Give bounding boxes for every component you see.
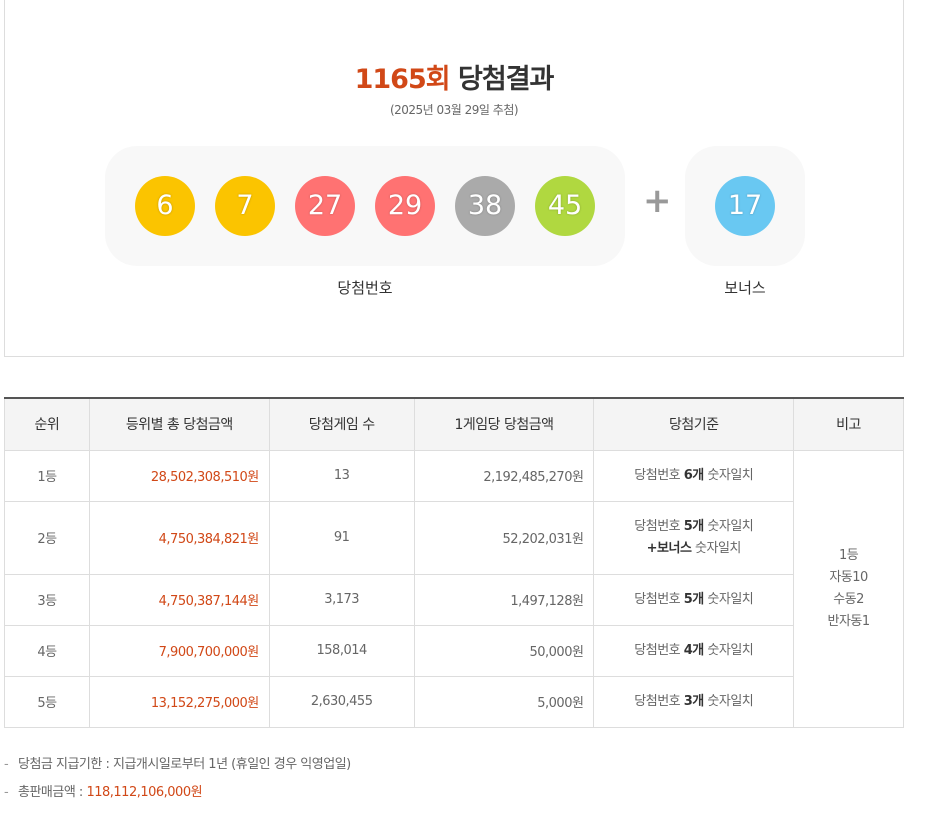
- winner-count-cell: 91: [268, 500, 415, 575]
- bonus-ball: 17: [715, 176, 775, 236]
- total-prize-cell: 13,152,275,000원: [88, 675, 270, 728]
- winning-ball: 38: [455, 176, 515, 236]
- rank-cell: 5등: [4, 675, 90, 728]
- winning-numbers-label: 당첨번호: [337, 279, 393, 297]
- column-header: 비고: [793, 397, 904, 451]
- bonus-number-panel: 17: [685, 146, 805, 266]
- title-suffix: 당첨결과: [458, 64, 554, 95]
- rank-cell: 1등: [4, 449, 90, 502]
- table-row: 1등 28,502,308,510원 13 2,192,485,270원 당첨번…: [4, 449, 904, 728]
- column-header: 순위: [4, 397, 90, 451]
- winning-numbers-panel: 6 7 27 29 38 45: [105, 146, 625, 266]
- draw-result-panel: 1165회 당첨결과 (2025년 03월 29일 추첨) 6 7 27 29 …: [4, 0, 904, 357]
- column-header: 당첨게임 수: [268, 397, 415, 451]
- column-header: 1게임당 당첨금액: [413, 397, 595, 451]
- winning-ball: 29: [375, 176, 435, 236]
- winning-ball: 7: [215, 176, 275, 236]
- per-game-prize-cell: 50,000원: [413, 624, 595, 677]
- match-count: 3개: [683, 693, 705, 709]
- winner-count-cell: 13: [268, 449, 415, 502]
- match-count: 4개: [683, 642, 705, 658]
- per-game-prize-cell: 2,192,485,270원: [413, 449, 595, 502]
- table-row: 5등 13,152,275,000원 2,630,455 5,000원 당첨번호…: [4, 675, 904, 728]
- total-prize-cell: 4,750,384,821원: [88, 500, 270, 575]
- round-number: 1165회: [354, 64, 451, 95]
- per-game-prize-cell: 1,497,128원: [413, 573, 595, 626]
- draw-date: (2025년 03월 29일 추첨): [389, 103, 519, 117]
- bonus-label: 보너스: [724, 279, 766, 297]
- rank-cell: 4등: [4, 624, 90, 677]
- total-prize-cell: 4,750,387,144원: [88, 573, 270, 626]
- column-header: 등위별 총 당첨금액: [88, 397, 270, 451]
- payout-deadline-note: - 당첨금 지급기한 : 지급개시일로부터 1년 (휴일인 경우 익영업일): [4, 757, 351, 772]
- plus-icon: +: [643, 181, 672, 221]
- winning-ball: 27: [295, 176, 355, 236]
- criteria-cell: 당첨번호 4개 숫자일치: [593, 624, 795, 677]
- winner-count-cell: 3,173: [268, 573, 415, 626]
- winner-count-cell: 2,630,455: [268, 675, 415, 728]
- criteria-cell: 당첨번호 6개 숫자일치: [593, 449, 795, 502]
- match-count: 5개: [683, 518, 705, 534]
- total-prize-cell: 28,502,308,510원: [88, 449, 270, 502]
- rank-cell: 2등: [4, 500, 90, 575]
- per-game-prize-cell: 5,000원: [413, 675, 595, 728]
- winning-ball: 45: [535, 176, 595, 236]
- table-row: 3등 4,750,387,144원 3,173 1,497,128원 당첨번호 …: [4, 573, 904, 626]
- winner-count-cell: 158,014: [268, 624, 415, 677]
- match-count: 6개: [683, 467, 705, 483]
- prize-table: 순위 등위별 총 당첨금액 당첨게임 수 1게임당 당첨금액 당첨기준 비고 1…: [4, 397, 904, 728]
- table-header-row: 순위 등위별 총 당첨금액 당첨게임 수 1게임당 당첨금액 당첨기준 비고: [4, 397, 904, 451]
- table-row: 4등 7,900,700,000원 158,014 50,000원 당첨번호 4…: [4, 624, 904, 677]
- bonus-match: +보너스: [646, 540, 692, 556]
- per-game-prize-cell: 52,202,031원: [413, 500, 595, 575]
- table-row: 2등 4,750,384,821원 91 52,202,031원 당첨번호 5개…: [4, 500, 904, 575]
- total-prize-cell: 7,900,700,000원: [88, 624, 270, 677]
- column-header: 당첨기준: [593, 397, 795, 451]
- winning-ball: 6: [135, 176, 195, 236]
- criteria-cell: 당첨번호 5개 숫자일치 +보너스 숫자일치: [593, 500, 795, 575]
- match-count: 5개: [683, 591, 705, 607]
- criteria-cell: 당첨번호 3개 숫자일치: [593, 675, 795, 728]
- total-sales-note: - 총판매금액 : 118,112,106,000원: [4, 785, 203, 800]
- rank-cell: 3등: [4, 573, 90, 626]
- remarks-cell: 1등 자동10 수동2 반자동1: [793, 449, 904, 728]
- page-title: 1165회 당첨결과: [5, 57, 903, 96]
- criteria-cell: 당첨번호 5개 숫자일치: [593, 573, 795, 626]
